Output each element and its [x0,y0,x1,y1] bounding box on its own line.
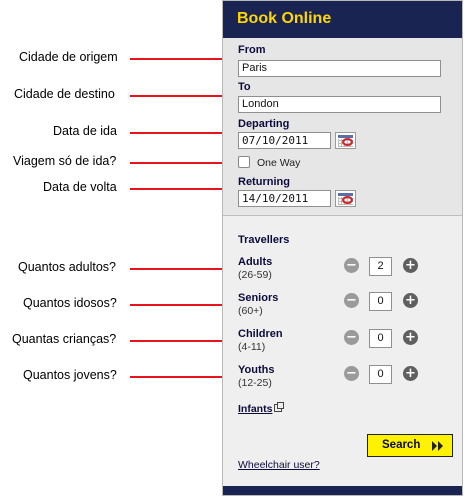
seniors-label: Seniors [238,292,279,304]
returning-date-input[interactable]: 14/10/2011 [238,190,331,207]
one-way-checkbox[interactable] [238,156,250,168]
children-range: (4-11) [238,341,266,353]
departing-label: Departing [238,118,290,130]
adults-minus-icon[interactable]: − [344,258,359,273]
arrow-seniors [130,300,236,310]
annotation-origin: Cidade de origem [19,50,118,64]
youths-minus-icon[interactable]: − [344,366,359,381]
from-label: From [238,44,266,56]
to-label: To [238,81,251,93]
returning-label: Returning [238,176,290,188]
arrow-children [130,336,236,346]
widget-title: Book Online [237,10,332,27]
annotation-seniors: Quantos idosos? [23,296,117,310]
children-count-input[interactable]: 0 [369,329,392,348]
annotation-departure-date: Data de ida [53,124,117,138]
returning-calendar-icon[interactable] [335,190,356,207]
arrow-one-way [130,158,236,168]
external-window-icon [274,402,285,412]
to-input[interactable]: London [238,96,441,113]
arrow-adults [130,264,236,274]
infants-link[interactable]: Infants [238,402,285,415]
seniors-plus-icon[interactable]: + [403,293,418,308]
youths-range: (12-25) [238,377,272,389]
widget-header: Book Online [223,1,462,38]
youths-label: Youths [238,364,275,376]
adults-label: Adults [238,256,273,268]
arrow-destination [130,91,236,101]
youths-plus-icon[interactable]: + [403,366,418,381]
annotation-return-date: Data de volta [43,180,117,194]
arrow-departure-date [130,128,236,138]
seniors-count-input[interactable]: 0 [369,292,392,311]
from-input[interactable]: Paris [238,60,441,77]
search-button-label: Search [382,439,421,451]
adults-plus-icon[interactable]: + [403,258,418,273]
double-chevron-icon [432,441,446,451]
travellers-heading: Travellers [238,234,290,246]
children-label: Children [238,328,283,340]
children-minus-icon[interactable]: − [344,330,359,345]
search-button[interactable]: Search [367,434,453,457]
departing-calendar-icon[interactable] [335,132,356,149]
arrow-return-date [130,184,236,194]
children-plus-icon[interactable]: + [403,330,418,345]
youths-count-input[interactable]: 0 [369,365,392,384]
arrow-origin [130,54,236,64]
wheelchair-user-link[interactable]: Wheelchair user? [238,459,320,471]
one-way-label: One Way [257,157,301,169]
seniors-minus-icon[interactable]: − [344,293,359,308]
widget-footer [223,486,462,495]
departing-date-input[interactable]: 07/10/2011 [238,132,331,149]
infants-link-label: Infants [238,403,273,415]
annotation-adults: Quantos adultos? [18,260,116,274]
adults-count-input[interactable]: 2 [369,257,392,276]
seniors-range: (60+) [238,305,263,317]
arrow-youths [130,372,236,382]
annotation-destination: Cidade de destino [14,87,115,101]
adults-range: (26-59) [238,269,272,281]
annotation-one-way: Viagem só de ida? [13,154,117,168]
annotation-children: Quantas crianças? [12,332,117,346]
annotation-youths: Quantos jovens? [23,368,117,382]
book-online-widget: Book Online From Paris To London Departi… [222,0,463,496]
